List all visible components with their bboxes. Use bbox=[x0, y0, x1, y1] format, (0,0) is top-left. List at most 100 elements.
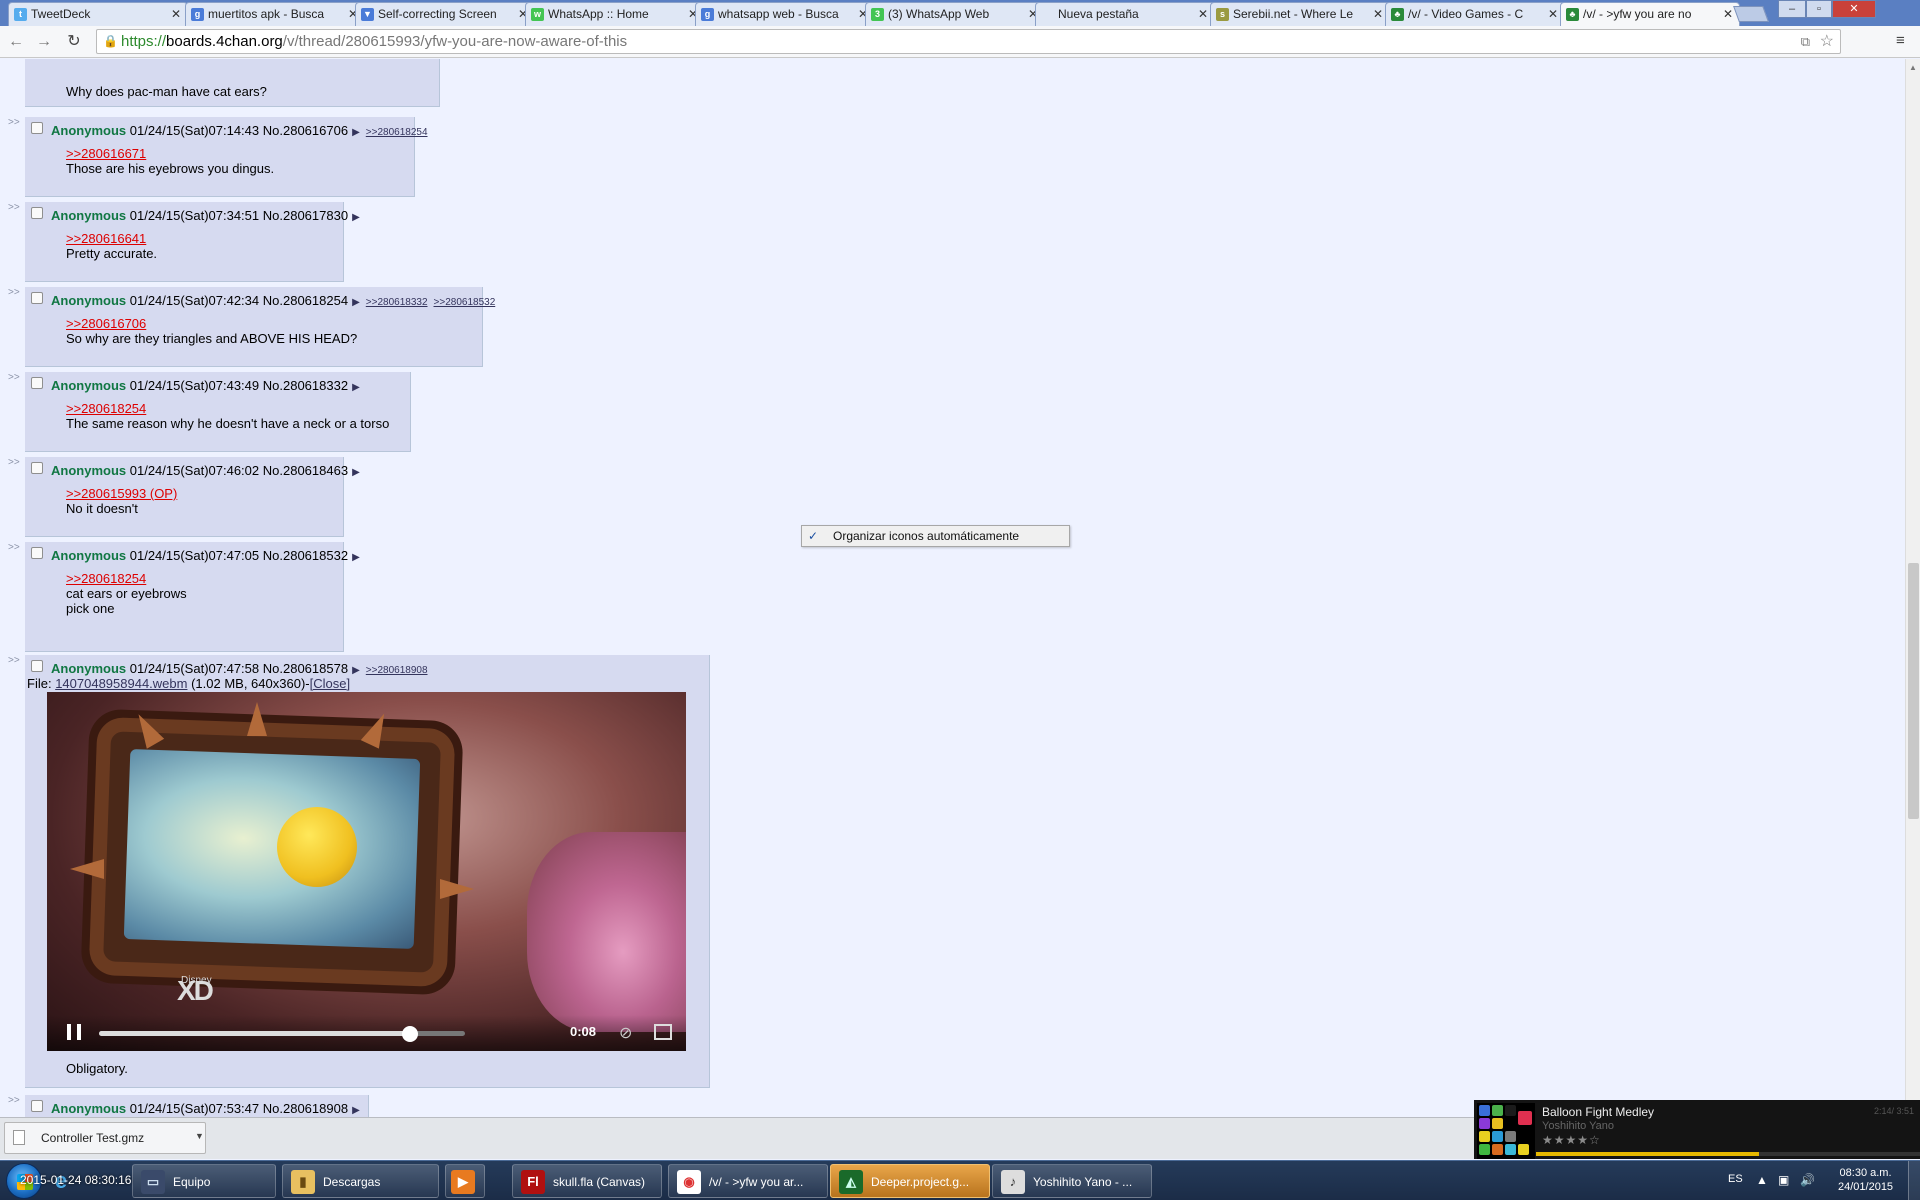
translate-icon[interactable]: ⧉ bbox=[1801, 30, 1810, 53]
quote-link[interactable]: >>280615993 (OP) bbox=[66, 486, 177, 501]
minimize-button[interactable]: – bbox=[1778, 0, 1806, 18]
post-number[interactable]: No.280618532 bbox=[263, 548, 348, 563]
taskbar-button-4[interactable]: Fl skull.fla (Canvas) bbox=[512, 1164, 662, 1198]
post-menu-arrow-icon[interactable]: ▶ bbox=[352, 297, 360, 308]
quote-link[interactable]: >>280616641 bbox=[66, 231, 146, 246]
tab-10[interactable]: ♣ /v/ - >yfw you are no ✕ bbox=[1560, 2, 1740, 26]
post-menu-arrow-icon[interactable]: ▶ bbox=[352, 382, 360, 393]
backlink[interactable]: >>280618254 bbox=[366, 127, 428, 138]
close-window-button[interactable]: ✕ bbox=[1832, 0, 1876, 18]
pause-icon[interactable] bbox=[67, 1024, 81, 1040]
tab-3[interactable]: ▼ Self-correcting Screen ✕ bbox=[355, 2, 535, 26]
taskbar-button-3[interactable]: ▶ bbox=[445, 1164, 485, 1198]
language-indicator[interactable]: ES bbox=[1728, 1173, 1743, 1185]
quote-link[interactable]: >>280616706 bbox=[66, 316, 146, 331]
tab-5[interactable]: g whatsapp web - Busca ✕ bbox=[695, 2, 875, 26]
system-clock[interactable]: 08:30 a.m. 24/01/2015 bbox=[1838, 1166, 1893, 1194]
page-scrollbar[interactable]: ▲ bbox=[1905, 59, 1920, 1117]
post-checkbox[interactable] bbox=[31, 1100, 43, 1112]
volume-icon[interactable]: 🔊 bbox=[1800, 1173, 1815, 1187]
twitter-icon: t bbox=[14, 8, 27, 21]
show-hidden-icons-icon[interactable]: ▲ bbox=[1756, 1173, 1768, 1187]
close-video-link[interactable]: [Close] bbox=[310, 676, 350, 691]
post-checkbox[interactable] bbox=[31, 122, 43, 134]
backlink[interactable]: >>280618532 bbox=[434, 297, 496, 308]
now-playing-widget[interactable]: Balloon Fight Medley Yoshihito Yano ★★★★… bbox=[1474, 1100, 1920, 1159]
tab-strip: t TweetDeck ✕ g muertitos apk - Busca ✕ ▼ Self-… bbox=[0, 0, 1920, 26]
forward-button[interactable]: → bbox=[34, 32, 54, 52]
download-filename: Controller Test.gmz bbox=[41, 1131, 145, 1145]
show-desktop-button[interactable] bbox=[1908, 1161, 1920, 1200]
chevron-down-icon[interactable]: ▼ bbox=[195, 1131, 204, 1141]
tab-6[interactable]: 3 (3) WhatsApp Web ✕ bbox=[865, 2, 1045, 26]
post-menu-arrow-icon[interactable]: ▶ bbox=[352, 665, 360, 676]
close-tab-icon[interactable]: ✕ bbox=[1198, 3, 1208, 25]
video-seek-bar[interactable] bbox=[99, 1026, 465, 1042]
close-tab-icon[interactable]: ✕ bbox=[1373, 3, 1383, 25]
new-tab-button[interactable] bbox=[1733, 6, 1769, 22]
post-number[interactable]: No.280618908 bbox=[263, 1101, 348, 1116]
post-menu-arrow-icon[interactable]: ▶ bbox=[352, 212, 360, 223]
quote-link[interactable]: >>280618254 bbox=[66, 571, 146, 586]
taskbar-button-label: Yoshihito Yano - ... bbox=[1033, 1175, 1133, 1189]
taskbar-button-7[interactable]: ♪ Yoshihito Yano - ... bbox=[992, 1164, 1152, 1198]
post-checkbox[interactable] bbox=[31, 660, 43, 672]
close-tab-icon[interactable]: ✕ bbox=[1548, 3, 1558, 25]
side-arrows: >> bbox=[8, 117, 20, 128]
maximize-button[interactable]: ▫ bbox=[1806, 0, 1832, 18]
thread-page: >> Why does pac-man have cat ears? >> Ano… bbox=[0, 59, 1905, 1117]
taskbar-button-6[interactable]: ◭ Deeper.project.g... bbox=[830, 1164, 990, 1198]
fullscreen-icon[interactable] bbox=[654, 1024, 672, 1040]
chrome-menu-icon[interactable]: ≡ bbox=[1896, 33, 1910, 48]
post-number[interactable]: No.280616706 bbox=[263, 123, 348, 138]
address-bar[interactable]: 🔒 https://boards.4chan.org/v/thread/2806… bbox=[96, 29, 1841, 54]
quote-link[interactable]: >>280618254 bbox=[66, 401, 146, 416]
tab-2[interactable]: g muertitos apk - Busca ✕ bbox=[185, 2, 365, 26]
mute-icon[interactable]: ⊘ bbox=[619, 1023, 632, 1043]
tab-9[interactable]: ♣ /v/ - Video Games - C ✕ bbox=[1385, 2, 1565, 26]
rating-stars[interactable]: ★★★★☆ bbox=[1542, 1133, 1601, 1147]
post-menu-arrow-icon[interactable]: ▶ bbox=[352, 552, 360, 563]
post-checkbox[interactable] bbox=[31, 292, 43, 304]
file-link[interactable]: 1407048958944.webm bbox=[55, 676, 187, 691]
media-player-icon: ▶ bbox=[451, 1170, 475, 1194]
taskbar-button-label: Descargas bbox=[323, 1175, 381, 1189]
track-progress-bar[interactable] bbox=[1536, 1152, 1920, 1156]
tab-1[interactable]: t TweetDeck ✕ bbox=[8, 2, 188, 26]
network-icon[interactable]: ▣ bbox=[1778, 1173, 1789, 1187]
bookmark-star-icon[interactable]: ☆ bbox=[1820, 30, 1834, 53]
tab-4[interactable]: w WhatsApp :: Home ✕ bbox=[525, 2, 705, 26]
post-menu-arrow-icon[interactable]: ▶ bbox=[352, 127, 360, 138]
seek-handle[interactable] bbox=[402, 1026, 419, 1042]
taskbar-button-2[interactable]: ▮ Descargas bbox=[282, 1164, 439, 1198]
post-checkbox[interactable] bbox=[31, 547, 43, 559]
backlink[interactable]: >>280618908 bbox=[366, 665, 428, 676]
scrollbar-thumb[interactable] bbox=[1908, 563, 1919, 819]
post-number[interactable]: No.280617830 bbox=[263, 208, 348, 223]
post-number[interactable]: No.280618254 bbox=[263, 293, 348, 308]
back-button[interactable]: ← bbox=[6, 32, 26, 52]
backlink[interactable]: >>280618332 bbox=[366, 297, 428, 308]
close-tab-icon[interactable]: ✕ bbox=[171, 3, 181, 25]
tab-7[interactable]: Nueva pestaña ✕ bbox=[1035, 2, 1215, 26]
auto-arrange-icons-menu-item[interactable]: Organizar iconos automáticamente bbox=[833, 526, 1019, 546]
poster-name: Anonymous bbox=[51, 378, 127, 393]
post-number[interactable]: No.280618578 bbox=[263, 661, 348, 676]
post-menu-arrow-icon[interactable]: ▶ bbox=[352, 1105, 360, 1116]
quote-link[interactable]: >>280616671 bbox=[66, 146, 146, 161]
tab-8[interactable]: s Serebii.net - Where Le ✕ bbox=[1210, 2, 1390, 26]
post-number[interactable]: No.280618332 bbox=[263, 378, 348, 393]
scroll-up-icon[interactable]: ▲ bbox=[1909, 63, 1917, 72]
taskbar-button-5[interactable]: ◉ /v/ - >yfw you ar... bbox=[668, 1164, 828, 1198]
webm-video-player[interactable]: Disney XD 0:08 ⊘ bbox=[47, 692, 686, 1051]
check-icon: ✓ bbox=[808, 529, 819, 543]
download-item[interactable]: Controller Test.gmz ▼ bbox=[4, 1122, 206, 1154]
post-menu-arrow-icon[interactable]: ▶ bbox=[352, 467, 360, 478]
post-checkbox[interactable] bbox=[31, 207, 43, 219]
reload-button[interactable]: ↻ bbox=[64, 32, 84, 52]
post-number[interactable]: No.280618463 bbox=[263, 463, 348, 478]
close-tab-icon[interactable]: ✕ bbox=[1723, 3, 1733, 25]
post-checkbox[interactable] bbox=[31, 462, 43, 474]
post-checkbox[interactable] bbox=[31, 377, 43, 389]
taskbar-button-1[interactable]: ▭ Equipo bbox=[132, 1164, 276, 1198]
